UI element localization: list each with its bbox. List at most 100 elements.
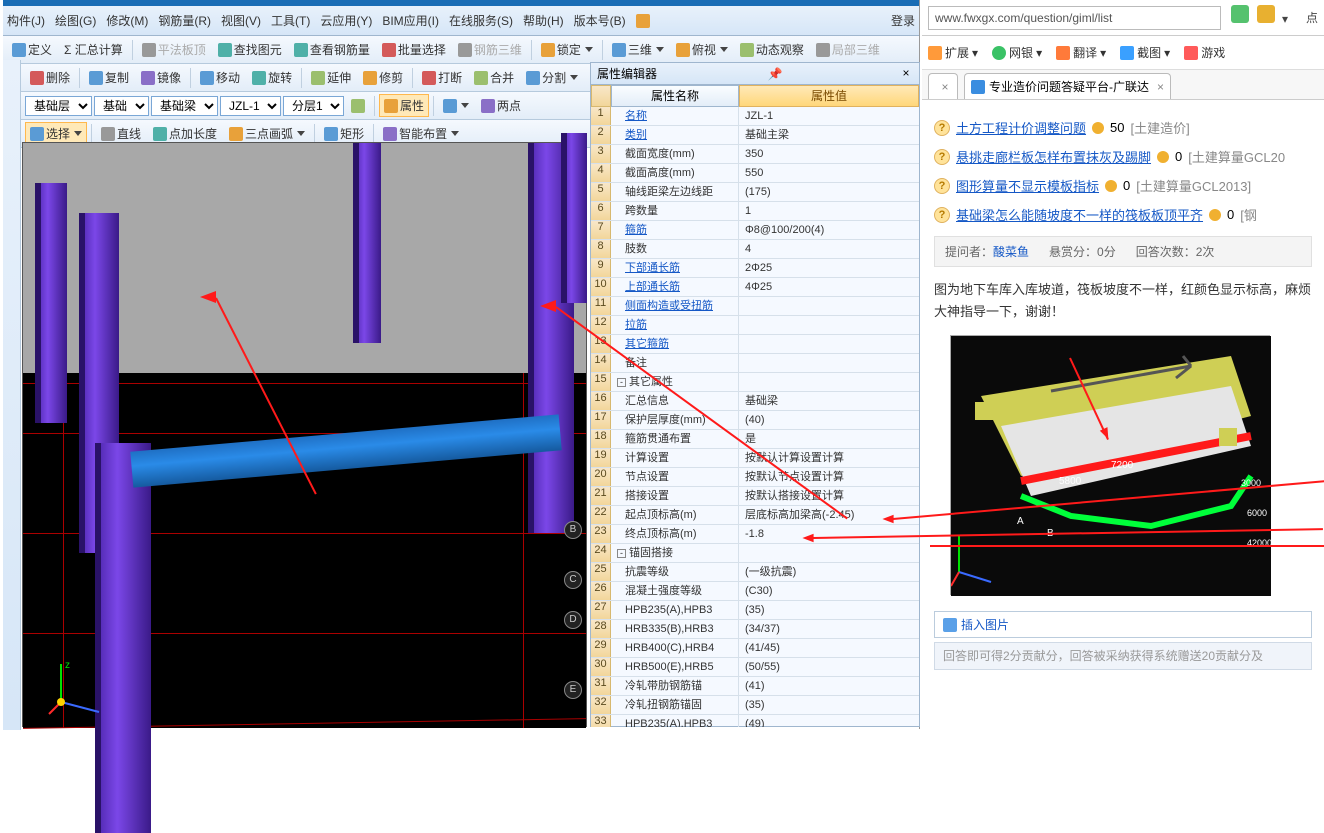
insert-image-button[interactable]: 插入图片 bbox=[934, 611, 1312, 638]
login-link[interactable]: 登录 bbox=[891, 12, 915, 29]
property-row[interactable]: 24-锚固搭接 bbox=[591, 544, 919, 563]
answer-input[interactable]: 回答即可得2分贡献分，回答被采纳获得系统赠送20贡献分及 bbox=[934, 642, 1312, 670]
merge-button[interactable]: 合并 bbox=[469, 66, 519, 89]
panel-header[interactable]: 属性编辑器 📌 × bbox=[591, 63, 919, 85]
star-icon[interactable] bbox=[1257, 5, 1275, 23]
menu-bim[interactable]: BIM应用(I) bbox=[382, 12, 439, 29]
property-value[interactable] bbox=[739, 373, 919, 391]
property-value[interactable]: 按默认搭接设置计算 bbox=[739, 487, 919, 505]
property-value[interactable]: 2Φ25 bbox=[739, 259, 919, 277]
property-row[interactable]: 1名称JZL-1 bbox=[591, 107, 919, 126]
property-value[interactable] bbox=[739, 544, 919, 562]
menu-view[interactable]: 视图(V) bbox=[221, 12, 261, 29]
question-link[interactable]: 图形算量不显示模板指标 bbox=[956, 176, 1099, 195]
3d-viewport[interactable]: B C D E z bbox=[22, 142, 587, 727]
menu-tool[interactable]: 工具(T) bbox=[271, 12, 310, 29]
table-body[interactable]: 1名称JZL-12类别基础主梁3截面宽度(mm)3504截面高度(mm)5505… bbox=[591, 107, 919, 727]
property-row[interactable]: 31冷轧带肋钢筋锚(41) bbox=[591, 677, 919, 696]
property-row[interactable]: 16汇总信息基础梁 bbox=[591, 392, 919, 411]
layer-select[interactable]: 基础层 bbox=[25, 96, 92, 116]
delete-button[interactable]: 删除 bbox=[25, 66, 75, 89]
ext-game[interactable]: 游戏 bbox=[1184, 44, 1225, 61]
property-row[interactable]: 17保护层厚度(mm)(40) bbox=[591, 411, 919, 430]
property-row[interactable]: 2类别基础主梁 bbox=[591, 126, 919, 145]
collapse-toggle[interactable]: - bbox=[617, 549, 626, 558]
close-icon[interactable]: × bbox=[941, 80, 948, 94]
property-row[interactable]: 6跨数量1 bbox=[591, 202, 919, 221]
property-value[interactable]: (175) bbox=[739, 183, 919, 201]
close-icon[interactable]: × bbox=[899, 67, 913, 81]
property-row[interactable]: 11侧面构造或受扭筋 bbox=[591, 297, 919, 316]
flat-button[interactable]: 平法板顶 bbox=[137, 38, 211, 61]
property-row[interactable]: 28HRB335(B),HRB3(34/37) bbox=[591, 620, 919, 639]
property-row[interactable]: 19计算设置按默认计算设置计算 bbox=[591, 449, 919, 468]
property-value[interactable]: JZL-1 bbox=[739, 107, 919, 125]
property-value[interactable]: 550 bbox=[739, 164, 919, 182]
rebar3d-button[interactable]: 钢筋三维 bbox=[453, 38, 527, 61]
menu-rebar[interactable]: 钢筋量(R) bbox=[158, 12, 211, 29]
mirror-button[interactable]: 镜像 bbox=[136, 66, 186, 89]
property-value[interactable]: 4 bbox=[739, 240, 919, 258]
sum-button[interactable]: Σ 汇总计算 bbox=[59, 38, 128, 61]
menu-modify[interactable]: 修改(M) bbox=[106, 12, 148, 29]
property-value[interactable]: 是 bbox=[739, 430, 919, 448]
extend-button[interactable]: 延伸 bbox=[306, 66, 356, 89]
ext-translate[interactable]: 翻译▾ bbox=[1056, 44, 1106, 61]
property-row[interactable]: 33HPB235(A),HPB3(49) bbox=[591, 715, 919, 727]
property-value[interactable]: (35) bbox=[739, 696, 919, 714]
split-button[interactable]: 分割 bbox=[521, 66, 583, 89]
tool-x-button[interactable] bbox=[438, 96, 474, 116]
property-value[interactable]: (C30) bbox=[739, 582, 919, 600]
property-row[interactable]: 5轴线距梁左边线距(175) bbox=[591, 183, 919, 202]
property-value[interactable]: 基础主梁 bbox=[739, 126, 919, 144]
chevron-down-icon[interactable]: ▾ bbox=[1282, 12, 1300, 30]
property-value[interactable]: 基础梁 bbox=[739, 392, 919, 410]
property-value[interactable]: Φ8@100/200(4) bbox=[739, 221, 919, 239]
copy-button[interactable]: 复制 bbox=[84, 66, 134, 89]
property-row[interactable]: 20节点设置按默认节点设置计算 bbox=[591, 468, 919, 487]
check-rebar-button[interactable]: 查看钢筋量 bbox=[289, 38, 375, 61]
property-row[interactable]: 9下部通长筋2Φ25 bbox=[591, 259, 919, 278]
name-select[interactable]: JZL-1 bbox=[220, 96, 281, 116]
property-row[interactable]: 32冷轧扭钢筋锚固(35) bbox=[591, 696, 919, 715]
tab-active[interactable]: 专业造价问题答疑平台-广联达 × bbox=[964, 73, 1171, 99]
collapse-toggle[interactable]: - bbox=[617, 378, 626, 387]
property-row[interactable]: 21搭接设置按默认搭接设置计算 bbox=[591, 487, 919, 506]
menu-version[interactable]: 版本号(B) bbox=[574, 12, 626, 29]
property-value[interactable]: (40) bbox=[739, 411, 919, 429]
property-row[interactable]: 29HRB400(C),HRB4(41/45) bbox=[591, 639, 919, 658]
property-value[interactable]: 350 bbox=[739, 145, 919, 163]
property-row[interactable]: 25抗震等级(一级抗震) bbox=[591, 563, 919, 582]
batch-button[interactable]: 批量选择 bbox=[377, 38, 451, 61]
property-value[interactable]: 按默认计算设置计算 bbox=[739, 449, 919, 467]
3d-button[interactable]: 三维 bbox=[607, 38, 669, 61]
property-row[interactable]: 10上部通长筋4Φ25 bbox=[591, 278, 919, 297]
property-value[interactable]: 层底标高加梁高(-2.45) bbox=[739, 506, 919, 524]
local3d-button[interactable]: 局部三维 bbox=[811, 38, 885, 61]
shield-icon[interactable] bbox=[1231, 5, 1249, 23]
ext-screenshot[interactable]: 截图▾ bbox=[1120, 44, 1170, 61]
property-row[interactable]: 26混凝土强度等级(C30) bbox=[591, 582, 919, 601]
menu-online[interactable]: 在线服务(S) bbox=[449, 12, 513, 29]
close-icon[interactable]: × bbox=[1157, 80, 1164, 94]
find-button[interactable]: 查找图元 bbox=[213, 38, 287, 61]
property-row[interactable]: 22起点顶标高(m)层底标高加梁高(-2.45) bbox=[591, 506, 919, 525]
rotate-button[interactable]: 旋转 bbox=[247, 66, 297, 89]
property-row[interactable]: 15-其它属性 bbox=[591, 373, 919, 392]
attr-button[interactable]: 属性 bbox=[379, 94, 429, 117]
two-point-button[interactable]: 两点 bbox=[476, 94, 526, 117]
question-image[interactable]: 7200 5800 3000 6000 42000 A B bbox=[950, 335, 1270, 595]
pin-icon[interactable]: 📌 bbox=[768, 67, 783, 81]
property-value[interactable]: (41/45) bbox=[739, 639, 919, 657]
break-button[interactable]: 打断 bbox=[417, 66, 467, 89]
property-row[interactable]: 3截面宽度(mm)350 bbox=[591, 145, 919, 164]
property-value[interactable]: (41) bbox=[739, 677, 919, 695]
move-button[interactable]: 移动 bbox=[195, 66, 245, 89]
top-view-button[interactable]: 俯视 bbox=[671, 38, 733, 61]
property-value[interactable] bbox=[739, 354, 919, 372]
property-value[interactable]: (35) bbox=[739, 601, 919, 619]
property-row[interactable]: 7箍筋Φ8@100/200(4) bbox=[591, 221, 919, 240]
new-button[interactable] bbox=[346, 96, 370, 116]
menu-cloud[interactable]: 云应用(Y) bbox=[320, 12, 372, 29]
property-value[interactable]: 1 bbox=[739, 202, 919, 220]
